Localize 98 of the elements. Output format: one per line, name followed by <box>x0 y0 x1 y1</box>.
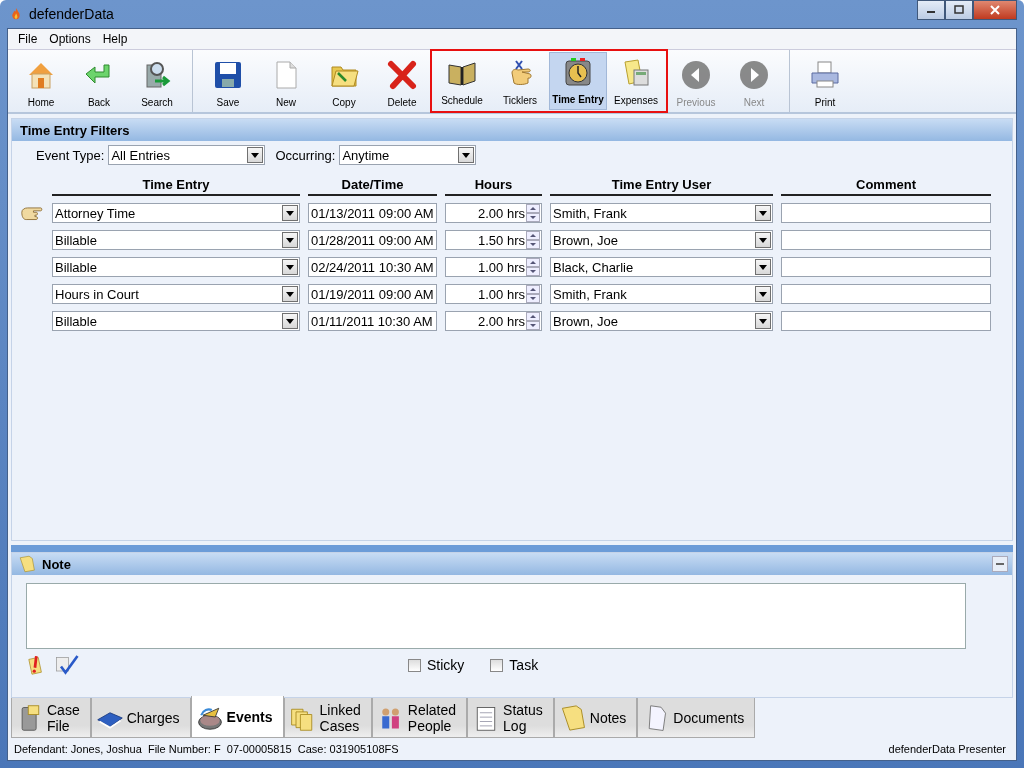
toolbar-button[interactable]: Search <box>128 50 186 112</box>
time-entry-dropdown[interactable]: Hours in Court <box>52 284 300 304</box>
dropdown-arrow-icon <box>759 210 767 216</box>
comment-field[interactable] <box>781 230 991 250</box>
toolbar-button[interactable]: Home <box>12 50 70 112</box>
dropdown-arrow-icon <box>286 210 294 216</box>
dropdown-arrow-icon <box>286 291 294 297</box>
column-header: Date/Time <box>308 177 437 196</box>
menu-item[interactable]: Options <box>43 32 97 46</box>
spinner-icon[interactable] <box>526 285 540 303</box>
status-text: defenderData Presenter <box>888 743 1006 755</box>
dropdown-arrow-icon <box>759 237 767 243</box>
dropdown-arrow-icon <box>286 237 294 243</box>
flame-icon <box>9 6 23 22</box>
collapse-button[interactable] <box>992 556 1008 572</box>
dropdown-arrow-icon <box>286 318 294 324</box>
user-dropdown[interactable]: Brown, Joe <box>550 311 773 331</box>
time-entry-dropdown[interactable]: Billable <box>52 257 300 277</box>
hours-field[interactable]: 1.00 hrs <box>445 284 542 304</box>
column-header: Hours <box>445 177 542 196</box>
maximize-button[interactable] <box>945 0 973 20</box>
tab[interactable]: Events <box>190 696 284 738</box>
column-header: Comment <box>781 177 991 196</box>
tab[interactable]: Documents <box>637 698 756 738</box>
column-header: Time Entry <box>52 177 300 196</box>
close-icon <box>989 5 1001 15</box>
hours-field[interactable]: 2.00 hrs <box>445 311 542 331</box>
time-entry-dropdown[interactable]: Attorney Time <box>52 203 300 223</box>
toolbar-button[interactable]: Save <box>199 50 257 112</box>
tab[interactable]: Charges <box>90 698 191 738</box>
spell-check-icon <box>54 653 80 677</box>
time-entry-dropdown[interactable]: Billable <box>52 311 300 331</box>
hours-field[interactable]: 2.00 hrs <box>445 203 542 223</box>
clock-icon <box>562 56 594 88</box>
menu-item[interactable]: Help <box>96 32 134 46</box>
comment-field[interactable] <box>781 203 991 223</box>
checkbox-label: Sticky <box>427 657 465 673</box>
toolbar-button[interactable]: Schedule <box>433 52 491 110</box>
x-icon <box>386 59 418 91</box>
comment-field[interactable] <box>781 311 991 331</box>
toolbar-button[interactable]: Back <box>70 50 128 112</box>
spinner-icon[interactable] <box>526 312 540 330</box>
toolbar-button[interactable]: Copy <box>315 50 373 112</box>
user-dropdown[interactable]: Brown, Joe <box>550 230 773 250</box>
filter-label: Event Type: <box>36 147 105 163</box>
printer-icon <box>809 59 841 91</box>
panel-header: Time Entry Filters <box>12 119 1012 141</box>
checkbox[interactable] <box>490 658 504 672</box>
toolbar-button[interactable]: Delete <box>373 50 431 112</box>
hours-field[interactable]: 1.50 hrs <box>445 230 542 250</box>
user-dropdown[interactable]: Smith, Frank <box>550 203 773 223</box>
panel-title: Note <box>42 556 71 572</box>
hours-field[interactable]: 1.00 hrs <box>445 257 542 277</box>
occurring-dropdown[interactable]: Anytime <box>339 145 477 165</box>
toolbar-button[interactable]: Print <box>796 50 854 112</box>
tab[interactable]: Linked Cases <box>283 698 372 738</box>
window-title: defenderData <box>29 6 114 22</box>
tab[interactable]: Case File <box>11 698 91 738</box>
spinner-icon[interactable] <box>526 231 540 249</box>
column-header: Time Entry User <box>550 177 773 196</box>
tab[interactable]: Related People <box>371 698 468 738</box>
menu-item[interactable]: File <box>12 32 44 46</box>
dropdown-arrow-icon <box>759 291 767 297</box>
datetime-field[interactable]: 01/28/2011 09:00 AM <box>308 230 437 250</box>
dropdown-arrow-icon <box>462 152 471 158</box>
checkbox-label: Task <box>509 657 539 673</box>
datetime-field[interactable]: 02/24/2011 10:30 AM <box>308 257 437 277</box>
dropdown-arrow-icon <box>759 264 767 270</box>
close-button[interactable] <box>973 0 1017 20</box>
datetime-field[interactable]: 01/13/2011 09:00 AM <box>308 203 437 223</box>
toolbar-button[interactable]: New <box>257 50 315 112</box>
filter-label: Occurring: <box>275 147 336 163</box>
toolbar-button[interactable]: Ticklers <box>491 52 549 110</box>
tab[interactable]: Status Log <box>467 698 554 738</box>
right-circle-icon <box>738 59 770 91</box>
checkbox[interactable] <box>408 658 421 672</box>
dropdown-arrow-icon <box>286 264 294 270</box>
comment-field[interactable] <box>781 257 991 277</box>
minimize-button[interactable] <box>917 0 945 20</box>
toolbar-button[interactable]: Time Entry <box>549 52 607 110</box>
comment-field[interactable] <box>781 284 991 304</box>
note-field[interactable] <box>26 583 966 649</box>
datetime-field[interactable]: 01/11/2011 10:30 AM <box>308 311 437 331</box>
status-text: Defendant: Jones, Joshua File Number: F 07-00005815 Case: 031905108FS <box>14 743 399 755</box>
maximize-icon <box>954 5 964 15</box>
tab[interactable]: Notes <box>553 698 638 738</box>
datetime-field[interactable]: 01/19/2011 09:00 AM <box>308 284 437 304</box>
note-icon <box>18 555 36 573</box>
dropdown-arrow-icon <box>759 318 767 324</box>
user-dropdown[interactable]: Smith, Frank <box>550 284 773 304</box>
left-circle-icon <box>680 59 712 91</box>
spinner-icon[interactable] <box>526 204 540 222</box>
event-type-dropdown[interactable]: All Entries <box>108 145 266 165</box>
dropdown-arrow-icon <box>251 152 260 158</box>
time-entry-dropdown[interactable]: Billable <box>52 230 300 250</box>
spinner-icon[interactable] <box>526 258 540 276</box>
toolbar-button[interactable]: Expenses <box>607 52 665 110</box>
user-dropdown[interactable]: Black, Charlie <box>550 257 773 277</box>
